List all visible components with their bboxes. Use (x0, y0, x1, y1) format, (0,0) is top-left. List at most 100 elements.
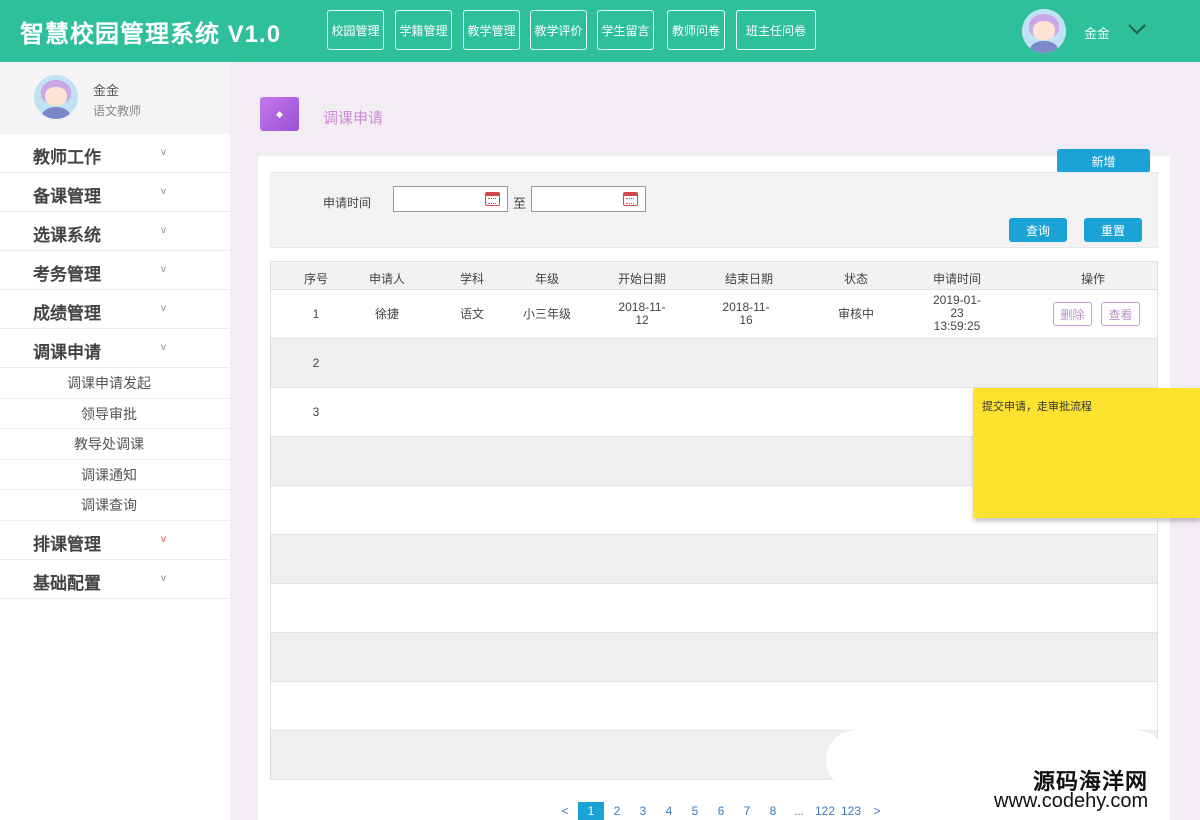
page-link[interactable]: 8 (760, 804, 786, 818)
cell-applicant: 徐捷 (374, 307, 400, 321)
chevron-down-icon: v (161, 147, 166, 158)
page-link[interactable]: 2 (604, 804, 630, 818)
page-link[interactable]: 122 (812, 804, 838, 818)
column-header: 申请时间 (932, 272, 982, 286)
nav-head-teacher-survey[interactable]: 班主任问卷 (736, 10, 816, 50)
cell-apply-time: 2019-01-23 13:59:25 (932, 293, 982, 333)
nav-teaching-management[interactable]: 教学管理 (463, 10, 520, 50)
page-prev[interactable]: < (552, 804, 578, 818)
top-header: 智慧校园管理系统 V1.0 校园管理 学籍管理 教学管理 教学评价 学生留言 教… (0, 0, 1200, 62)
date-range-separator: 至 (513, 196, 527, 211)
sidebar-item-label: 教师工作 (33, 148, 101, 167)
profile-role: 语文教师 (93, 104, 142, 118)
filter-label: 申请时间 (323, 196, 372, 210)
app-title: 智慧校园管理系统 V1.0 (20, 21, 282, 48)
cell-grade: 小三年级 (522, 307, 572, 321)
table-row (271, 584, 1157, 633)
nav-student-records[interactable]: 学籍管理 (395, 10, 452, 50)
watermark-url: www.codehy.com (994, 790, 1149, 812)
cell-subject: 语文 (459, 307, 485, 321)
sidebar-profile: 金金 语文教师 (0, 62, 230, 134)
delete-button[interactable]: 删除 (1053, 302, 1092, 326)
page-link[interactable]: 5 (682, 804, 708, 818)
page-link[interactable]: 7 (734, 804, 760, 818)
chevron-down-icon: v (161, 186, 166, 197)
cell-status: 审核中 (837, 307, 875, 321)
table-row: 1 徐捷 语文 小三年级 2018-11-12 2018-11-16 审核中 2… (271, 290, 1157, 339)
page-link[interactable]: 6 (708, 804, 734, 818)
sticky-note: 提交申请，走审批流程 (973, 388, 1200, 518)
cell-no: 1 (312, 307, 320, 321)
table-row: 2 (271, 339, 1157, 388)
end-date-input[interactable] (532, 187, 622, 211)
chevron-down-icon: v (161, 264, 166, 275)
sidebar-item-label: 基础配置 (33, 573, 101, 593)
sidebar-item-grades[interactable]: 成绩管理 v (0, 290, 230, 329)
chevron-down-icon: v (161, 303, 166, 314)
submenu-item-initiate[interactable]: 调课申请发起 (0, 368, 230, 399)
sidebar-item-scheduling[interactable]: 排课管理 v (0, 521, 230, 560)
chevron-down-icon: v (161, 225, 166, 236)
calendar-icon[interactable] (623, 192, 638, 206)
sidebar-item-lesson-prep[interactable]: 备课管理 v (0, 173, 230, 212)
sidebar-item-label: 成绩管理 (33, 304, 101, 323)
page-link[interactable]: 4 (656, 804, 682, 818)
start-date-field[interactable] (393, 186, 508, 212)
column-header: 年级 (534, 272, 560, 286)
column-header: 操作 (1080, 272, 1106, 286)
profile-name: 金金 (93, 83, 120, 98)
table-row (271, 633, 1157, 682)
end-date-field[interactable] (531, 186, 646, 212)
sidebar-menu: 教师工作 v 备课管理 v 选课系统 v 考务管理 v 成绩管理 v 调课申请 … (0, 134, 230, 599)
chevron-down-icon: v (161, 533, 166, 545)
sidebar-item-label: 备课管理 (33, 187, 101, 206)
page-link[interactable]: 3 (630, 804, 656, 818)
sidebar-item-label: 排课管理 (33, 534, 101, 554)
sidebar-item-label: 调课申请 (33, 343, 101, 362)
query-button[interactable]: 查询 (1009, 218, 1067, 242)
column-header: 序号 (303, 272, 329, 286)
chevron-down-icon: v (161, 572, 166, 584)
table-row (271, 535, 1157, 584)
table-row (271, 682, 1157, 731)
nav-student-messages[interactable]: 学生留言 (597, 10, 654, 50)
submenu-item-office-adjust[interactable]: 教导处调课 (0, 429, 230, 460)
cell-start-date: 2018-11-12 (618, 300, 666, 327)
submenu-item-leader-approval[interactable]: 领导审批 (0, 399, 230, 429)
user-avatar[interactable] (1022, 9, 1066, 53)
add-button[interactable]: 新增 (1057, 149, 1150, 173)
sidebar-item-label: 选课系统 (33, 226, 101, 245)
avatar (34, 75, 78, 119)
page-next[interactable]: > (864, 804, 890, 818)
submenu-item-notice[interactable]: 调课通知 (0, 460, 230, 490)
data-table: 序号 申请人 学科 年级 开始日期 结束日期 状态 申请时间 操作 1 徐捷 语… (270, 261, 1158, 780)
nav-teaching-evaluation[interactable]: 教学评价 (530, 10, 587, 50)
nav-campus-management[interactable]: 校园管理 (327, 10, 384, 50)
column-header: 申请人 (368, 272, 406, 286)
header-username: 金金 (1084, 26, 1111, 41)
column-header: 学科 (459, 272, 485, 286)
chevron-down-icon: v (161, 342, 166, 353)
chevron-down-icon[interactable] (1126, 18, 1148, 40)
page-link[interactable]: 123 (838, 804, 864, 818)
cell-no: 2 (312, 356, 320, 370)
sidebar-item-exam-affairs[interactable]: 考务管理 v (0, 251, 230, 290)
nav-teacher-survey[interactable]: 教师问卷 (667, 10, 725, 50)
calendar-icon[interactable] (485, 192, 500, 206)
start-date-input[interactable] (394, 187, 484, 211)
column-header: 开始日期 (617, 272, 667, 286)
cell-end-date: 2018-11-16 (722, 300, 770, 327)
sidebar-item-course-selection[interactable]: 选课系统 v (0, 212, 230, 251)
view-button[interactable]: 查看 (1101, 302, 1140, 326)
reset-button[interactable]: 重置 (1084, 218, 1142, 242)
page-icon: ◆ (260, 97, 299, 131)
table-header: 序号 申请人 学科 年级 开始日期 结束日期 状态 申请时间 操作 (271, 262, 1157, 290)
sidebar-item-teacher-work[interactable]: 教师工作 v (0, 134, 230, 173)
page-ellipsis: ... (793, 804, 804, 818)
page-link-active[interactable]: 1 (578, 802, 604, 820)
sidebar-item-basic-config[interactable]: 基础配置 v (0, 560, 230, 599)
pagination: < 1 2 3 4 5 6 7 8 ... 122 123 > (552, 802, 890, 820)
column-header: 结束日期 (724, 272, 774, 286)
sidebar-item-class-change[interactable]: 调课申请 v (0, 329, 230, 368)
submenu-item-query[interactable]: 调课查询 (0, 490, 230, 521)
